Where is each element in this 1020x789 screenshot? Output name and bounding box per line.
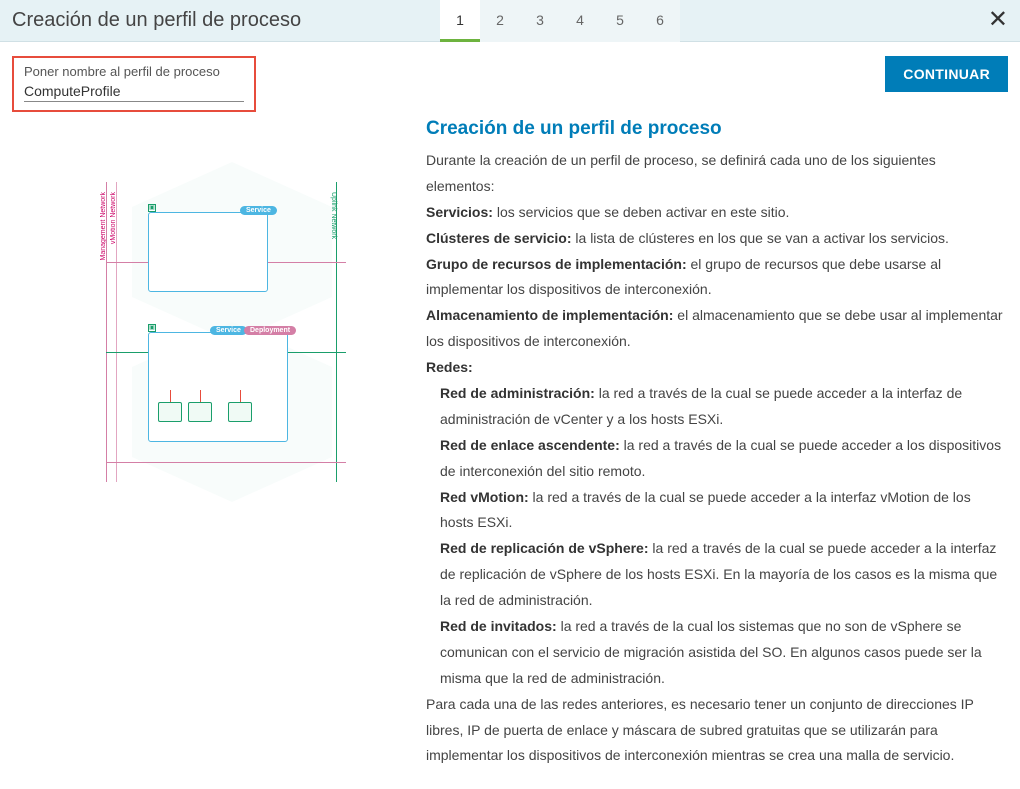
step-1[interactable]: 1: [440, 0, 480, 42]
diagram-badge-service-2: Service: [210, 326, 247, 335]
cluster-icon: ▣: [148, 204, 156, 212]
device-icon: [228, 402, 252, 422]
info-title: Creación de un perfil de proceso: [426, 118, 1008, 140]
step-indicator: 1 2 3 4 5 6: [440, 0, 680, 42]
diagram-cluster-top: [148, 212, 268, 292]
info-item-clusteres: Clústeres de servicio: la lista de clúst…: [426, 226, 1008, 252]
info-item-label: Almacenamiento de implementación:: [426, 307, 673, 323]
step-4[interactable]: 4: [560, 0, 600, 42]
continue-button[interactable]: CONTINUAR: [885, 56, 1008, 92]
device-icon: [188, 402, 212, 422]
wizard-header: Creación de un perfil de proceso 1 2 3 4…: [0, 0, 1020, 42]
close-icon[interactable]: ✕: [988, 8, 1008, 32]
info-item-grupo: Grupo de recursos de implementación: el …: [426, 252, 1008, 304]
info-red-invitados: Red de invitados: la red a través de la …: [426, 614, 1008, 692]
info-red-vmotion: Red vMotion: la red a través de la cual …: [426, 485, 1008, 537]
info-red-admin: Red de administración: la red a través d…: [426, 381, 1008, 433]
architecture-diagram: Management Network vMotion Network Uplin…: [92, 172, 352, 512]
info-red-replicacion: Red de replicación de vSphere: la red a …: [426, 536, 1008, 614]
info-item-label: Red de enlace ascendente:: [440, 437, 620, 453]
info-item-label: Red vMotion:: [440, 489, 529, 505]
info-footer: Para cada una de las redes anteriores, e…: [426, 692, 1008, 770]
diagram-cluster-bottom: [148, 332, 288, 442]
info-item-label: Red de replicación de vSphere:: [440, 540, 649, 556]
info-item-label: Red de administración:: [440, 385, 595, 401]
info-red-enlace: Red de enlace ascendente: la red a travé…: [426, 433, 1008, 485]
profile-name-input[interactable]: [24, 81, 244, 102]
info-item-label: Clústeres de servicio:: [426, 230, 572, 246]
step-3[interactable]: 3: [520, 0, 560, 42]
info-item-almacenamiento: Almacenamiento de implementación: el alm…: [426, 303, 1008, 355]
step-5[interactable]: 5: [600, 0, 640, 42]
profile-name-label: Poner nombre al perfil de proceso: [24, 64, 244, 79]
info-redes-label: Redes:: [426, 355, 1008, 381]
info-item-servicios: Servicios: los servicios que se deben ac…: [426, 200, 1008, 226]
device-icon: [158, 402, 182, 422]
info-item-text: los servicios que se deben activar en es…: [493, 204, 790, 220]
profile-name-group: Poner nombre al perfil de proceso: [12, 56, 256, 112]
step-2[interactable]: 2: [480, 0, 520, 42]
diagram-badge-service-1: Service: [240, 206, 277, 215]
diagram-badge-deployment: Deployment: [244, 326, 296, 335]
info-item-label: Redes:: [426, 359, 473, 375]
info-item-text: la lista de clústeres en los que se van …: [572, 230, 949, 246]
info-item-label: Red de invitados:: [440, 618, 557, 634]
wizard-title: Creación de un perfil de proceso: [0, 9, 301, 32]
left-column: Poner nombre al perfil de proceso Manage…: [12, 56, 412, 769]
right-column: CONTINUAR Creación de un perfil de proce…: [412, 56, 1008, 769]
step-6[interactable]: 6: [640, 0, 680, 42]
info-intro: Durante la creación de un perfil de proc…: [426, 148, 1008, 200]
cluster-icon: ▣: [148, 324, 156, 332]
info-item-label: Grupo de recursos de implementación:: [426, 256, 687, 272]
info-item-label: Servicios:: [426, 204, 493, 220]
